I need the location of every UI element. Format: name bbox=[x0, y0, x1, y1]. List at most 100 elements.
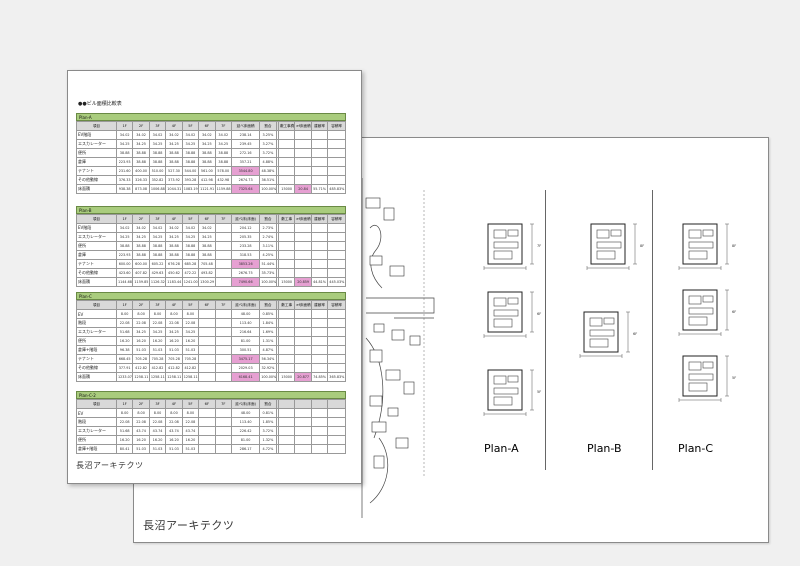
row-label: 便所 bbox=[76, 435, 117, 445]
row-label: 階段 bbox=[76, 318, 117, 328]
table-cell: 705.48 bbox=[198, 259, 216, 269]
table-row: 床面積 1144.68 1159.85 1126.32 1183.44 1241.00 13… bbox=[76, 277, 346, 287]
column-header: 5F bbox=[181, 300, 200, 310]
table-cell bbox=[214, 354, 233, 364]
row-label: テナント bbox=[76, 259, 117, 269]
table-cell: 326.33 bbox=[132, 175, 150, 185]
table-cell: 34.25 bbox=[181, 327, 200, 337]
table-cell: 38.88 bbox=[181, 148, 200, 158]
table-cell: 1258.11 bbox=[181, 372, 200, 382]
column-header: 建蔽率 bbox=[310, 121, 329, 131]
table-cell: 43.74 bbox=[165, 426, 183, 436]
column-header: 1F bbox=[115, 121, 134, 131]
area-table: 項目 1F 2F 3F 4F 5F 6F 7F 延べ床(床面) 割合 敷工事 ef床面積 建蔽率 容積率 E… bbox=[76, 300, 346, 382]
row-label: 倉庫+階段 bbox=[76, 444, 117, 454]
table-cell bbox=[327, 232, 346, 242]
table-cell: 38.88 bbox=[181, 241, 200, 251]
floor-plan-thumbnail: 5F bbox=[483, 369, 541, 416]
table-cell bbox=[327, 354, 346, 364]
table-cell: 100.00% bbox=[259, 184, 277, 194]
table-cell bbox=[327, 175, 346, 185]
table-cell bbox=[294, 345, 312, 355]
map-building bbox=[369, 395, 383, 407]
table-cell: 300.51 bbox=[230, 345, 261, 355]
table-cell: 48.00 bbox=[230, 309, 261, 319]
column-header: 2F bbox=[132, 300, 150, 310]
table-cell bbox=[310, 345, 329, 355]
table-cell bbox=[327, 268, 346, 278]
table-cell: 4.88% bbox=[259, 157, 277, 167]
table-cell: 3.11% bbox=[259, 241, 277, 251]
table-cell: 0.85% bbox=[259, 309, 277, 319]
table-cell: 34.02 bbox=[148, 223, 167, 233]
table-cell: 81.00 bbox=[230, 336, 261, 346]
table-cell: 38.88 bbox=[181, 250, 200, 260]
table-cell: 1044.31 bbox=[165, 184, 183, 194]
table-cell: 16.20 bbox=[181, 336, 200, 346]
column-header: 4F bbox=[165, 300, 183, 310]
column-header: 4F bbox=[165, 214, 183, 224]
table-cell bbox=[214, 309, 233, 319]
row-label: その他動線 bbox=[76, 363, 117, 373]
table-cell bbox=[198, 309, 216, 319]
table-cell: 400.00 bbox=[132, 166, 150, 176]
table-row: テナント 231.60 400.00 510.00 527.30 544.00 561.00… bbox=[76, 166, 346, 176]
table-cell: 34.25 bbox=[198, 232, 216, 242]
column-header bbox=[294, 399, 312, 409]
table-cell bbox=[198, 444, 216, 454]
column-header: 7F bbox=[214, 399, 233, 409]
column-header: 6F bbox=[198, 300, 216, 310]
table-cell bbox=[277, 408, 296, 418]
table-cell bbox=[327, 435, 346, 445]
table-cell: 527.30 bbox=[165, 166, 183, 176]
column-header: 割合 bbox=[259, 214, 277, 224]
table-cell bbox=[310, 148, 329, 158]
table-cell: 432.98 bbox=[214, 175, 233, 185]
table-cell: 51.68 bbox=[115, 426, 134, 436]
column-header: 割合 bbox=[259, 399, 277, 409]
floor-plan-thumbnail: 6F bbox=[579, 311, 637, 358]
table-cell bbox=[310, 309, 329, 319]
table-cell bbox=[294, 327, 312, 337]
table-cell bbox=[198, 426, 216, 436]
table-cell bbox=[277, 345, 296, 355]
table-cell: 216.64 bbox=[230, 327, 261, 337]
table-cell bbox=[198, 363, 216, 373]
table-cell: 3.27% bbox=[259, 139, 277, 149]
table-cell bbox=[327, 336, 346, 346]
table-cell: 38.88 bbox=[115, 148, 134, 158]
table-cell: 605.22 bbox=[148, 259, 167, 269]
table-cell bbox=[294, 157, 312, 167]
row-label: 倉庫 bbox=[76, 157, 117, 167]
table-cell: 231.60 bbox=[115, 166, 134, 176]
table-cell: 43.74 bbox=[181, 426, 200, 436]
company-logo: 長沼アーキテクツ bbox=[143, 519, 235, 532]
column-header: 敷工事 bbox=[277, 214, 296, 224]
table-cell bbox=[294, 408, 312, 418]
table-cell: 51.03 bbox=[148, 345, 167, 355]
table-cell bbox=[294, 318, 312, 328]
table-cell: 22.08 bbox=[132, 417, 150, 427]
table-cell bbox=[214, 372, 233, 382]
table-cell bbox=[198, 408, 216, 418]
table-cell bbox=[214, 318, 233, 328]
table-cell: 377.91 bbox=[115, 363, 134, 373]
floor-tag: 8F bbox=[640, 244, 644, 248]
table-row: テナント 668.45 705.28 705.28 705.28 705.28 3475.1… bbox=[76, 354, 346, 364]
row-label: 床面積 bbox=[76, 184, 117, 194]
table-header-row: 項目 1F 2F 3F 4F 5F 6F 7F 延べ床(床面) 割合 敷工事 ef床面積 建蔽率 容積率 bbox=[76, 300, 346, 310]
table-cell: 38.88 bbox=[115, 241, 134, 251]
row-label: EV bbox=[76, 408, 117, 418]
table-cell bbox=[277, 139, 296, 149]
table-cell bbox=[310, 130, 329, 140]
table-cell bbox=[277, 175, 296, 185]
column-header: 敷工事費 bbox=[277, 121, 296, 131]
column-header: 6F bbox=[198, 121, 216, 131]
table-cell: 34.25 bbox=[148, 139, 167, 149]
table-row: 階段 22.08 22.08 22.08 22.08 22.08 113.40 1.85% bbox=[76, 417, 346, 427]
table-cell bbox=[327, 148, 346, 158]
table-cell bbox=[214, 250, 233, 260]
table-cell: 34.02 bbox=[165, 223, 183, 233]
table-cell: 450.62 bbox=[165, 268, 183, 278]
table-cell: 8.00 bbox=[148, 309, 167, 319]
